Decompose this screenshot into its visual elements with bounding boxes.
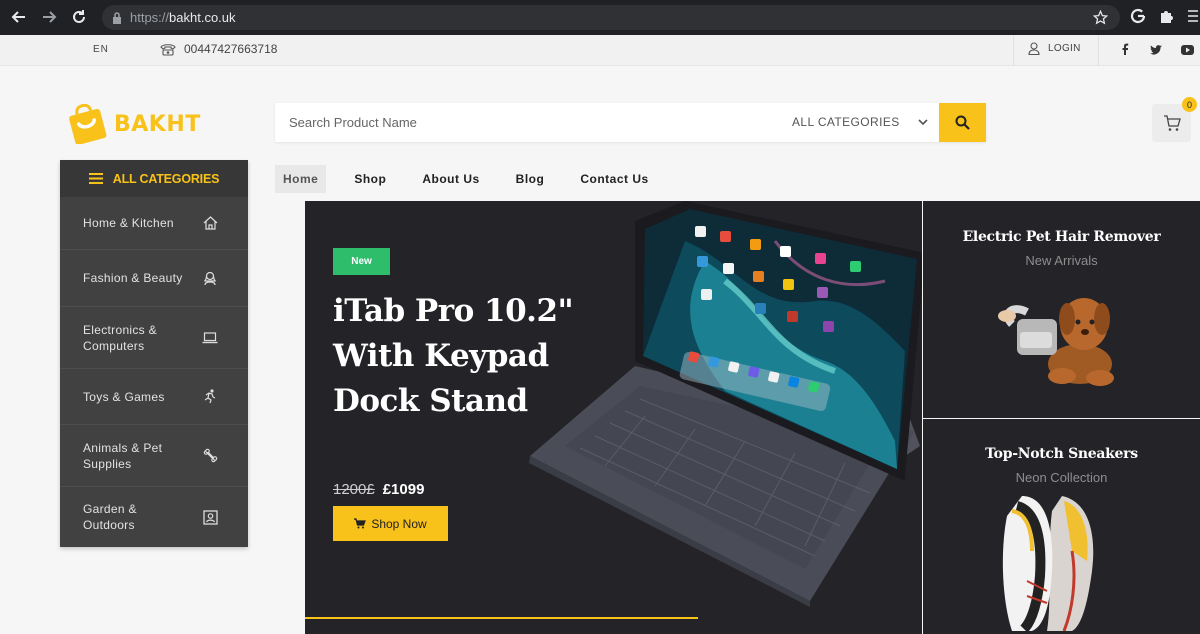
search-bar: ALL CATEGORIES bbox=[275, 103, 986, 142]
login-label: LOGIN bbox=[1048, 43, 1081, 54]
sneakers-image bbox=[1002, 496, 1093, 631]
extensions-puzzle-icon[interactable] bbox=[1159, 8, 1175, 29]
cart-count-badge: 0 bbox=[1182, 97, 1197, 112]
lock-icon bbox=[113, 11, 121, 24]
sidebar-item-toys-games[interactable]: Toys & Games bbox=[60, 369, 248, 425]
star-bookmark-icon[interactable] bbox=[1093, 10, 1108, 25]
promo-subtitle: Neon Collection bbox=[1015, 470, 1108, 485]
twitter-icon[interactable] bbox=[1150, 45, 1162, 58]
new-badge: New bbox=[333, 248, 390, 275]
search-icon bbox=[955, 115, 970, 130]
shop-now-button[interactable]: Shop Now bbox=[333, 506, 448, 541]
price: 1200£ £1099 bbox=[333, 481, 424, 498]
login-link[interactable]: LOGIN bbox=[1028, 42, 1081, 55]
nav-shop[interactable]: Shop bbox=[346, 165, 394, 193]
cart-icon bbox=[354, 518, 367, 529]
sidebar-item-label: Home & Kitchen bbox=[83, 216, 174, 230]
top-info-bar: EN 00447427663718 LOGIN bbox=[0, 35, 1200, 66]
search-button[interactable] bbox=[939, 103, 986, 142]
promo-title: Top-Notch Sneakers bbox=[985, 446, 1138, 462]
address-bar[interactable]: https://bakht.co.uk bbox=[102, 5, 1120, 30]
brand-logo[interactable]: BAKHT bbox=[66, 104, 201, 144]
youtube-icon[interactable] bbox=[1181, 45, 1194, 58]
url-text: https://bakht.co.uk bbox=[130, 10, 236, 25]
nav-about-us[interactable]: About Us bbox=[414, 165, 487, 193]
woman-icon bbox=[202, 270, 218, 286]
sidebar-item-label: Electronics & Computers bbox=[83, 322, 157, 353]
sidebar-item-animals-pets[interactable]: Animals & Pet Supplies bbox=[60, 425, 248, 487]
divider bbox=[1013, 35, 1014, 66]
sidebar-item-fashion-beauty[interactable]: Fashion & Beauty bbox=[60, 250, 248, 307]
nav-contact-us[interactable]: Contact Us bbox=[572, 165, 656, 193]
chevron-down-icon bbox=[918, 118, 928, 125]
home-icon bbox=[202, 215, 218, 231]
pet-hair-remover-image bbox=[997, 298, 1114, 386]
browser-toolbar: https://bakht.co.uk bbox=[0, 0, 1200, 35]
sidebar-item-label: Toys & Games bbox=[83, 389, 165, 404]
nav-home[interactable]: Home bbox=[275, 165, 327, 193]
hero-title: iTab Pro 10.2" With Keypad Dock Stand bbox=[333, 293, 574, 419]
sidebar-item-label: Garden & Outdoors bbox=[83, 502, 137, 532]
category-select[interactable]: ALL CATEGORIES bbox=[792, 115, 928, 129]
menu-icon[interactable] bbox=[1187, 8, 1199, 29]
category-select-value: ALL CATEGORIES bbox=[792, 115, 900, 129]
shopping-bag-logo-icon bbox=[69, 104, 107, 144]
nav-blog[interactable]: Blog bbox=[508, 165, 553, 193]
cart-icon bbox=[1163, 114, 1181, 131]
sidebar-item-electronics[interactable]: Electronics & Computers bbox=[60, 307, 248, 369]
back-arrow-icon[interactable] bbox=[8, 6, 30, 28]
current-price: £1099 bbox=[382, 481, 425, 498]
promo-panel-sneakers[interactable]: Top-Notch Sneakers Neon Collection bbox=[923, 419, 1200, 634]
hero-banner: New iTab Pro 10.2" With Keypad Dock Stan… bbox=[305, 201, 922, 634]
laptop-icon bbox=[202, 330, 218, 346]
all-categories-label: ALL CATEGORIES bbox=[112, 171, 220, 186]
search-input[interactable] bbox=[275, 103, 775, 142]
reload-icon[interactable] bbox=[68, 6, 90, 28]
facebook-icon[interactable] bbox=[1121, 43, 1129, 58]
promo-subtitle: New Arrivals bbox=[1025, 253, 1098, 268]
main-navigation: Home Shop About Us Blog Contact Us bbox=[275, 165, 677, 193]
language-selector[interactable]: EN bbox=[93, 44, 109, 55]
category-sidebar: ALL CATEGORIES Home & Kitchen Fashion & … bbox=[60, 160, 248, 547]
bone-icon bbox=[202, 448, 218, 464]
running-icon bbox=[202, 389, 218, 405]
sidebar-item-label: Animals & Pet Supplies bbox=[83, 440, 163, 471]
forward-arrow-icon[interactable] bbox=[38, 6, 60, 28]
google-icon[interactable] bbox=[1130, 8, 1146, 29]
sidebar-item-garden-outdoors[interactable]: Garden & Outdoors bbox=[60, 487, 248, 547]
user-icon bbox=[1028, 42, 1040, 55]
sidebar-item-label: Fashion & Beauty bbox=[83, 271, 183, 285]
slider-progress-line bbox=[305, 617, 698, 619]
hamburger-icon bbox=[88, 173, 103, 184]
sidebar-item-home-kitchen[interactable]: Home & Kitchen bbox=[60, 197, 248, 250]
all-categories-toggle[interactable]: ALL CATEGORIES bbox=[60, 160, 248, 197]
shop-now-label: Shop Now bbox=[371, 516, 427, 531]
brand-name: BAKHT bbox=[114, 111, 201, 137]
promo-title: Electric Pet Hair Remover bbox=[962, 229, 1161, 245]
picture-frame-icon bbox=[202, 509, 218, 525]
phone-contact[interactable]: 00447427663718 bbox=[160, 42, 277, 56]
old-price: 1200£ bbox=[333, 481, 375, 498]
promo-panel-pet-hair-remover[interactable]: Electric Pet Hair Remover New Arrivals bbox=[923, 201, 1200, 418]
phone-number: 00447427663718 bbox=[184, 42, 278, 56]
divider bbox=[1098, 35, 1099, 66]
telephone-icon bbox=[160, 43, 176, 56]
